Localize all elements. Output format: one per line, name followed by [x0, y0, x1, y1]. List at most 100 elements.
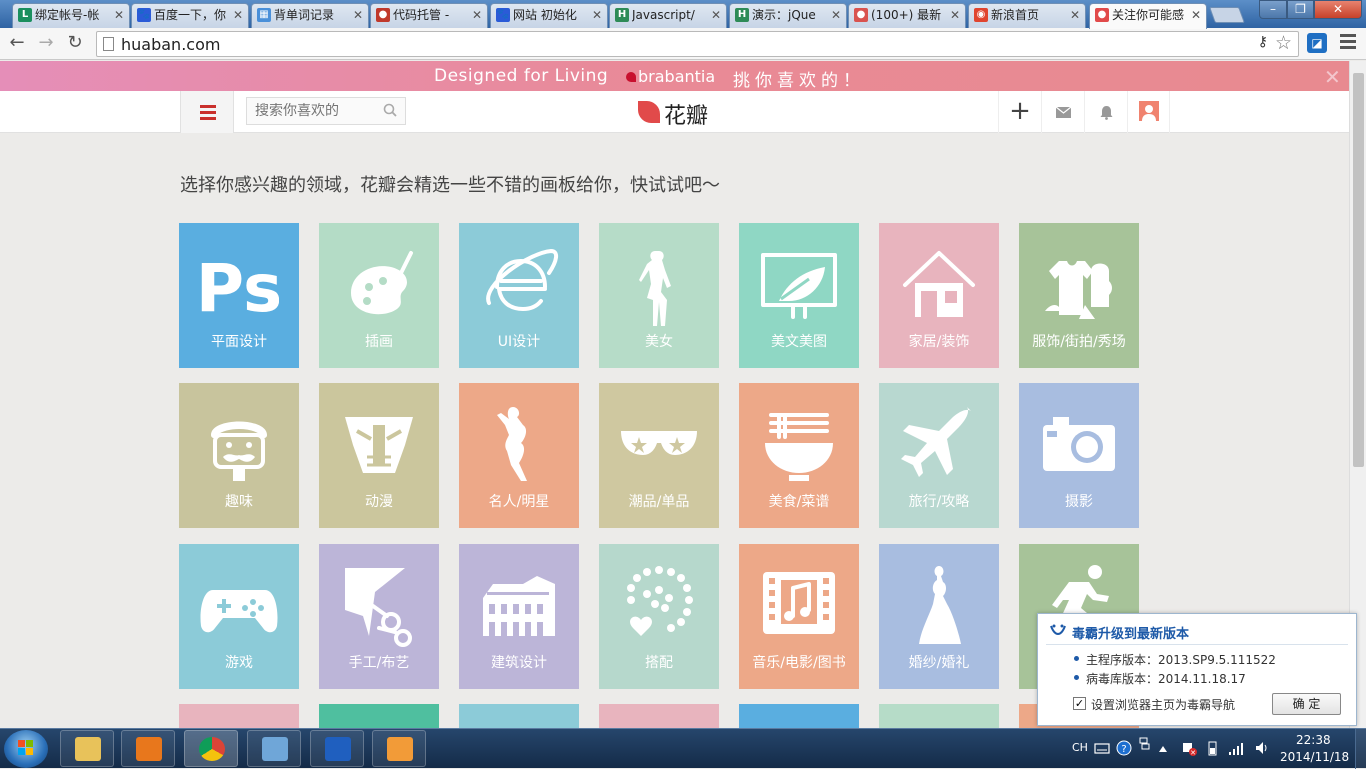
category-tile[interactable]: 美文美图: [739, 223, 859, 368]
scrollbar-thumb[interactable]: [1353, 73, 1364, 467]
banner-close-icon[interactable]: ✕: [1324, 65, 1341, 89]
taskbar-app-wps-writer[interactable]: [310, 730, 364, 767]
browser-tab[interactable]: ● 代码托管 - ✕: [370, 3, 488, 28]
category-label: 美食/菜谱: [768, 494, 830, 510]
tab-close-icon[interactable]: ✕: [950, 4, 960, 26]
category-tile[interactable]: 动漫: [319, 383, 439, 528]
battery-icon[interactable]: [1207, 740, 1217, 756]
category-tile[interactable]: 手工/布艺: [319, 544, 439, 689]
search-box[interactable]: [246, 97, 406, 125]
signal-icon[interactable]: [1228, 740, 1246, 756]
sunglasses-icon: [621, 431, 697, 455]
category-tile[interactable]: UI设计: [459, 223, 579, 368]
help-icon[interactable]: ?: [1116, 740, 1132, 756]
category-tile[interactable]: 音乐/电影/图书: [739, 544, 859, 689]
category-tile[interactable]: [739, 704, 859, 728]
search-input[interactable]: [255, 103, 375, 119]
browser-tab[interactable]: ◉ 新浪首页 ✕: [968, 3, 1086, 28]
notifications-button[interactable]: [1084, 91, 1127, 133]
category-tile[interactable]: 家居/装饰: [879, 223, 999, 368]
category-tile[interactable]: 名人/明星: [459, 383, 579, 528]
category-tile[interactable]: 搭配: [599, 544, 719, 689]
ad-banner[interactable]: Designed for Living brabantia 挑你喜欢的！ ✕: [0, 61, 1349, 91]
category-tile[interactable]: [179, 704, 299, 728]
set-homepage-label[interactable]: 设置浏览器主页为毒霸导航: [1091, 696, 1235, 713]
tab-close-icon[interactable]: ✕: [114, 4, 124, 26]
search-icon[interactable]: [383, 103, 397, 117]
taskbar-app-explorer[interactable]: [60, 730, 114, 767]
tab-close-icon[interactable]: ✕: [1191, 4, 1201, 26]
bookmark-star-icon[interactable]: ☆: [1275, 32, 1292, 54]
category-tile[interactable]: 建筑设计: [459, 544, 579, 689]
virus-db-version: 病毒库版本：2014.11.18.17: [1074, 672, 1246, 686]
category-tile[interactable]: 潮品/单品: [599, 383, 719, 528]
back-button[interactable]: ←: [6, 32, 28, 54]
tab-close-icon[interactable]: ✕: [711, 4, 721, 26]
browser-tab[interactable]: 🐾 百度一下，你 ✕: [131, 3, 249, 28]
volume-icon[interactable]: [1254, 740, 1270, 756]
category-tile[interactable]: [599, 704, 719, 728]
chrome-menu-icon[interactable]: [1340, 34, 1356, 50]
banner-cta: 挑你喜欢的！: [733, 71, 865, 91]
url-text[interactable]: huaban.com: [121, 35, 220, 54]
forward-button[interactable]: →: [35, 32, 57, 54]
palette-icon: [351, 251, 413, 315]
taskbar-app-house-app[interactable]: [372, 730, 426, 767]
category-tile[interactable]: 摄影: [1019, 383, 1139, 528]
reload-button[interactable]: ↻: [64, 32, 86, 54]
browser-tab[interactable]: H 演示：jQue ✕: [729, 3, 847, 28]
close-window-button[interactable]: ✕: [1314, 0, 1362, 19]
maximize-button[interactable]: ❐: [1287, 0, 1314, 19]
category-tile[interactable]: 旅行/攻略: [879, 383, 999, 528]
category-tile[interactable]: [879, 704, 999, 728]
ok-button[interactable]: 确 定: [1272, 693, 1341, 715]
tab-close-icon[interactable]: ✕: [353, 4, 363, 26]
category-tile[interactable]: 游戏: [179, 544, 299, 689]
category-tile[interactable]: Ps 平面设计: [179, 223, 299, 368]
messages-button[interactable]: [1041, 91, 1084, 133]
category-tile[interactable]: 趣味: [179, 383, 299, 528]
category-tile[interactable]: [319, 704, 439, 728]
tab-favicon-icon: 🐾: [496, 8, 510, 22]
tab-close-icon[interactable]: ✕: [233, 4, 243, 26]
address-bar[interactable]: huaban.com ⚷ ☆: [96, 31, 1299, 57]
taskbar-app-chrome[interactable]: [184, 730, 238, 767]
plane-icon: [901, 407, 971, 477]
show-hidden-icons-icon[interactable]: [1158, 745, 1168, 753]
browser-tab[interactable]: H Javascript/ ✕: [609, 3, 727, 28]
bowl-icon: [765, 413, 833, 481]
tab-close-icon[interactable]: ✕: [472, 4, 482, 26]
start-button[interactable]: [4, 730, 48, 768]
category-tile[interactable]: 美女: [599, 223, 719, 368]
menu-button[interactable]: [180, 91, 234, 133]
ime-settings-icon[interactable]: [1138, 737, 1150, 751]
language-indicator[interactable]: CH: [1072, 741, 1088, 754]
category-tile[interactable]: [459, 704, 579, 728]
category-tile[interactable]: 插画: [319, 223, 439, 368]
tab-close-icon[interactable]: ✕: [1070, 4, 1080, 26]
minimize-button[interactable]: –: [1259, 0, 1287, 19]
network-warning-icon[interactable]: ✕: [1181, 740, 1197, 756]
category-tile[interactable]: 婚纱/婚礼: [879, 544, 999, 689]
browser-tab[interactable]: ● (100+) 最新 ✕: [848, 3, 966, 28]
browser-tab[interactable]: L 绑定帐号-帐 ✕: [12, 3, 130, 28]
user-avatar-button[interactable]: [1127, 91, 1170, 133]
new-tab-button[interactable]: [1209, 7, 1245, 23]
tab-close-icon[interactable]: ✕: [592, 4, 602, 26]
browser-tab[interactable]: 🐾 网站 初始化 ✕: [490, 3, 608, 28]
clock-time[interactable]: 22:38: [1296, 733, 1331, 747]
tab-close-icon[interactable]: ✕: [831, 4, 841, 26]
add-pin-button[interactable]: +: [998, 91, 1041, 133]
category-tile[interactable]: 美食/菜谱: [739, 383, 859, 528]
browser-tab[interactable]: ▦ 背单词记录 ✕: [251, 3, 369, 28]
category-tile[interactable]: 服饰/街拍/秀场: [1019, 223, 1139, 368]
taskbar-app-app-8[interactable]: [247, 730, 301, 767]
taskbar-app-media-player[interactable]: [121, 730, 175, 767]
clock-date[interactable]: 2014/11/18: [1280, 750, 1349, 764]
show-desktop-button[interactable]: [1355, 729, 1366, 769]
keyboard-icon[interactable]: [1094, 740, 1110, 756]
extension-icon[interactable]: ◪: [1307, 33, 1327, 53]
key-icon[interactable]: ⚷: [1258, 34, 1268, 50]
browser-tab[interactable]: ● 关注你可能感 ✕: [1089, 3, 1207, 29]
set-homepage-checkbox[interactable]: ✓: [1073, 697, 1086, 710]
